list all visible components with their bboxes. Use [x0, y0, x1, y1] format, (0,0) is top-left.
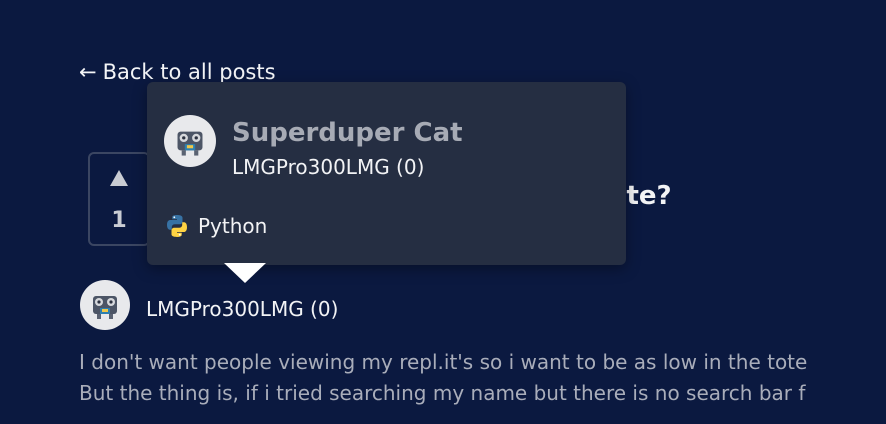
robot-avatar-icon — [177, 131, 203, 156]
hover-card-avatar — [164, 115, 216, 167]
robot-avatar-icon — [93, 296, 117, 319]
back-link-label: Back to all posts — [102, 60, 276, 84]
upvote-arrow-icon[interactable] — [110, 170, 128, 186]
hover-card-username: LMGPro300LMG (0) — [232, 155, 425, 179]
language-label: Python — [198, 214, 268, 238]
hover-card-caret — [224, 263, 266, 283]
author-avatar[interactable] — [80, 280, 130, 330]
post-body-line: I don't want people viewing my repl.it's… — [79, 350, 808, 374]
python-icon — [167, 215, 187, 237]
author-username[interactable]: LMGPro300LMG (0) — [146, 297, 338, 321]
post-page: ← Back to all posts 1 vate? LMGPro300LMG… — [0, 0, 886, 424]
vote-count: 1 — [111, 208, 127, 233]
post-body: I don't want people viewing my repl.it's… — [79, 347, 886, 409]
post-body-line: But the thing is, if i tried searching m… — [79, 381, 806, 405]
arrow-left-icon: ← — [79, 59, 97, 84]
user-hover-card: Superduper Cat LMGPro300LMG (0) Python — [147, 82, 626, 265]
back-to-posts-link[interactable]: ← Back to all posts — [79, 60, 276, 84]
hover-card-language: Python — [164, 213, 267, 239]
hover-card-full-name: Superduper Cat — [232, 118, 463, 148]
vote-control: 1 — [88, 152, 150, 246]
